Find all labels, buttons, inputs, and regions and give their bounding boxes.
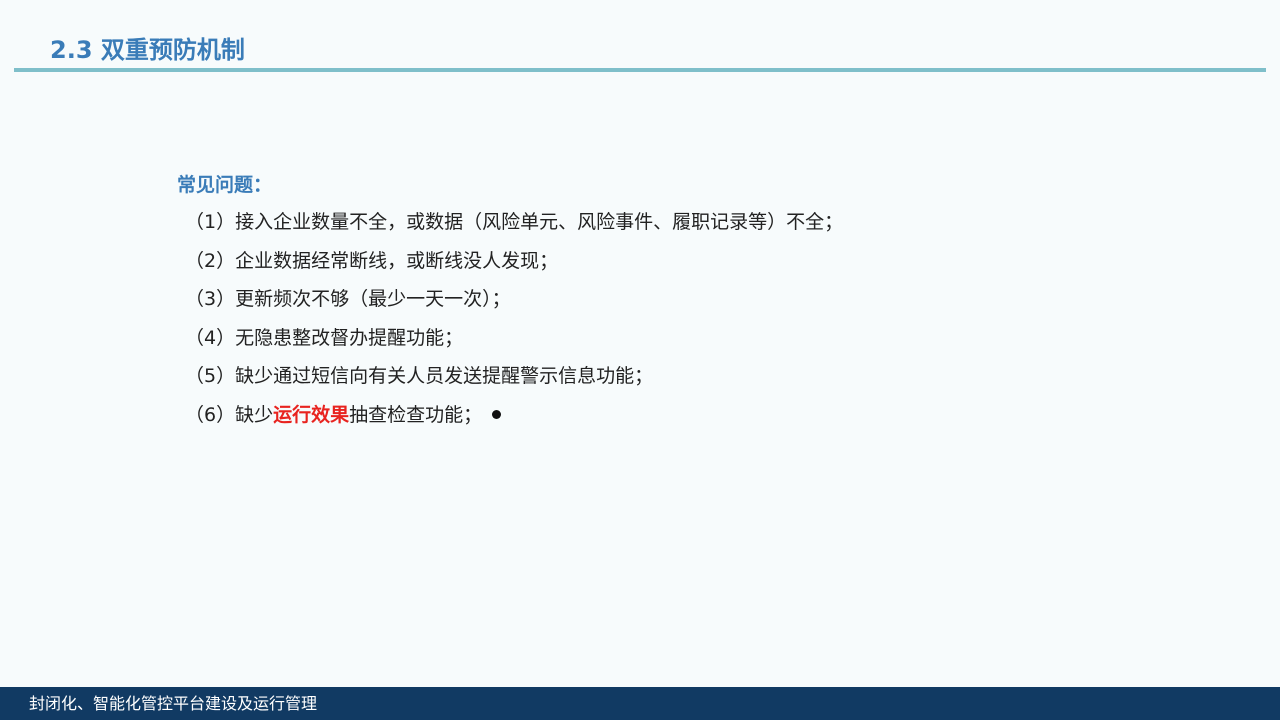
footer-text: 封闭化、智能化管控平台建设及运行管理 bbox=[29, 694, 318, 713]
slide-title: 2.3 双重预防机制 bbox=[50, 36, 245, 64]
issue-item-1: （1）接入企业数量不全，或数据（风险单元、风险事件、履职记录等）不全； bbox=[185, 211, 844, 233]
issue-item-6-prefix: （6）缺少 bbox=[185, 403, 274, 426]
section-heading: 常见问题： bbox=[177, 174, 273, 196]
issue-item-3: （3）更新频次不够（最少一天一次）； bbox=[185, 288, 511, 311]
bullet-dot-icon bbox=[492, 409, 502, 419]
issue-item-2: （2）企业数据经常断线，或断线没人发现； bbox=[185, 249, 559, 272]
issue-item-6-suffix: 抽查检查功能； bbox=[349, 403, 483, 426]
issue-item-6: （6）缺少运行效果抽查检查功能； bbox=[177, 400, 1077, 439]
issue-list: （1）接入企业数量不全，或数据（风险单元、风险事件、履职记录等）不全； （2）企… bbox=[177, 207, 1077, 439]
content-area: 常见问题： （1）接入企业数量不全，或数据（风险单元、风险事件、履职记录等）不全… bbox=[177, 170, 1077, 439]
issue-item-6-emphasis: 运行效果 bbox=[273, 403, 350, 426]
issue-item-4: （4）无隐患整改督办提醒功能； bbox=[185, 326, 464, 349]
issue-item-5: （5）缺少通过短信向有关人员发送提醒警示信息功能； bbox=[185, 365, 654, 388]
title-divider bbox=[14, 68, 1266, 72]
footer-bar: 封闭化、智能化管控平台建设及运行管理 bbox=[0, 687, 1280, 720]
